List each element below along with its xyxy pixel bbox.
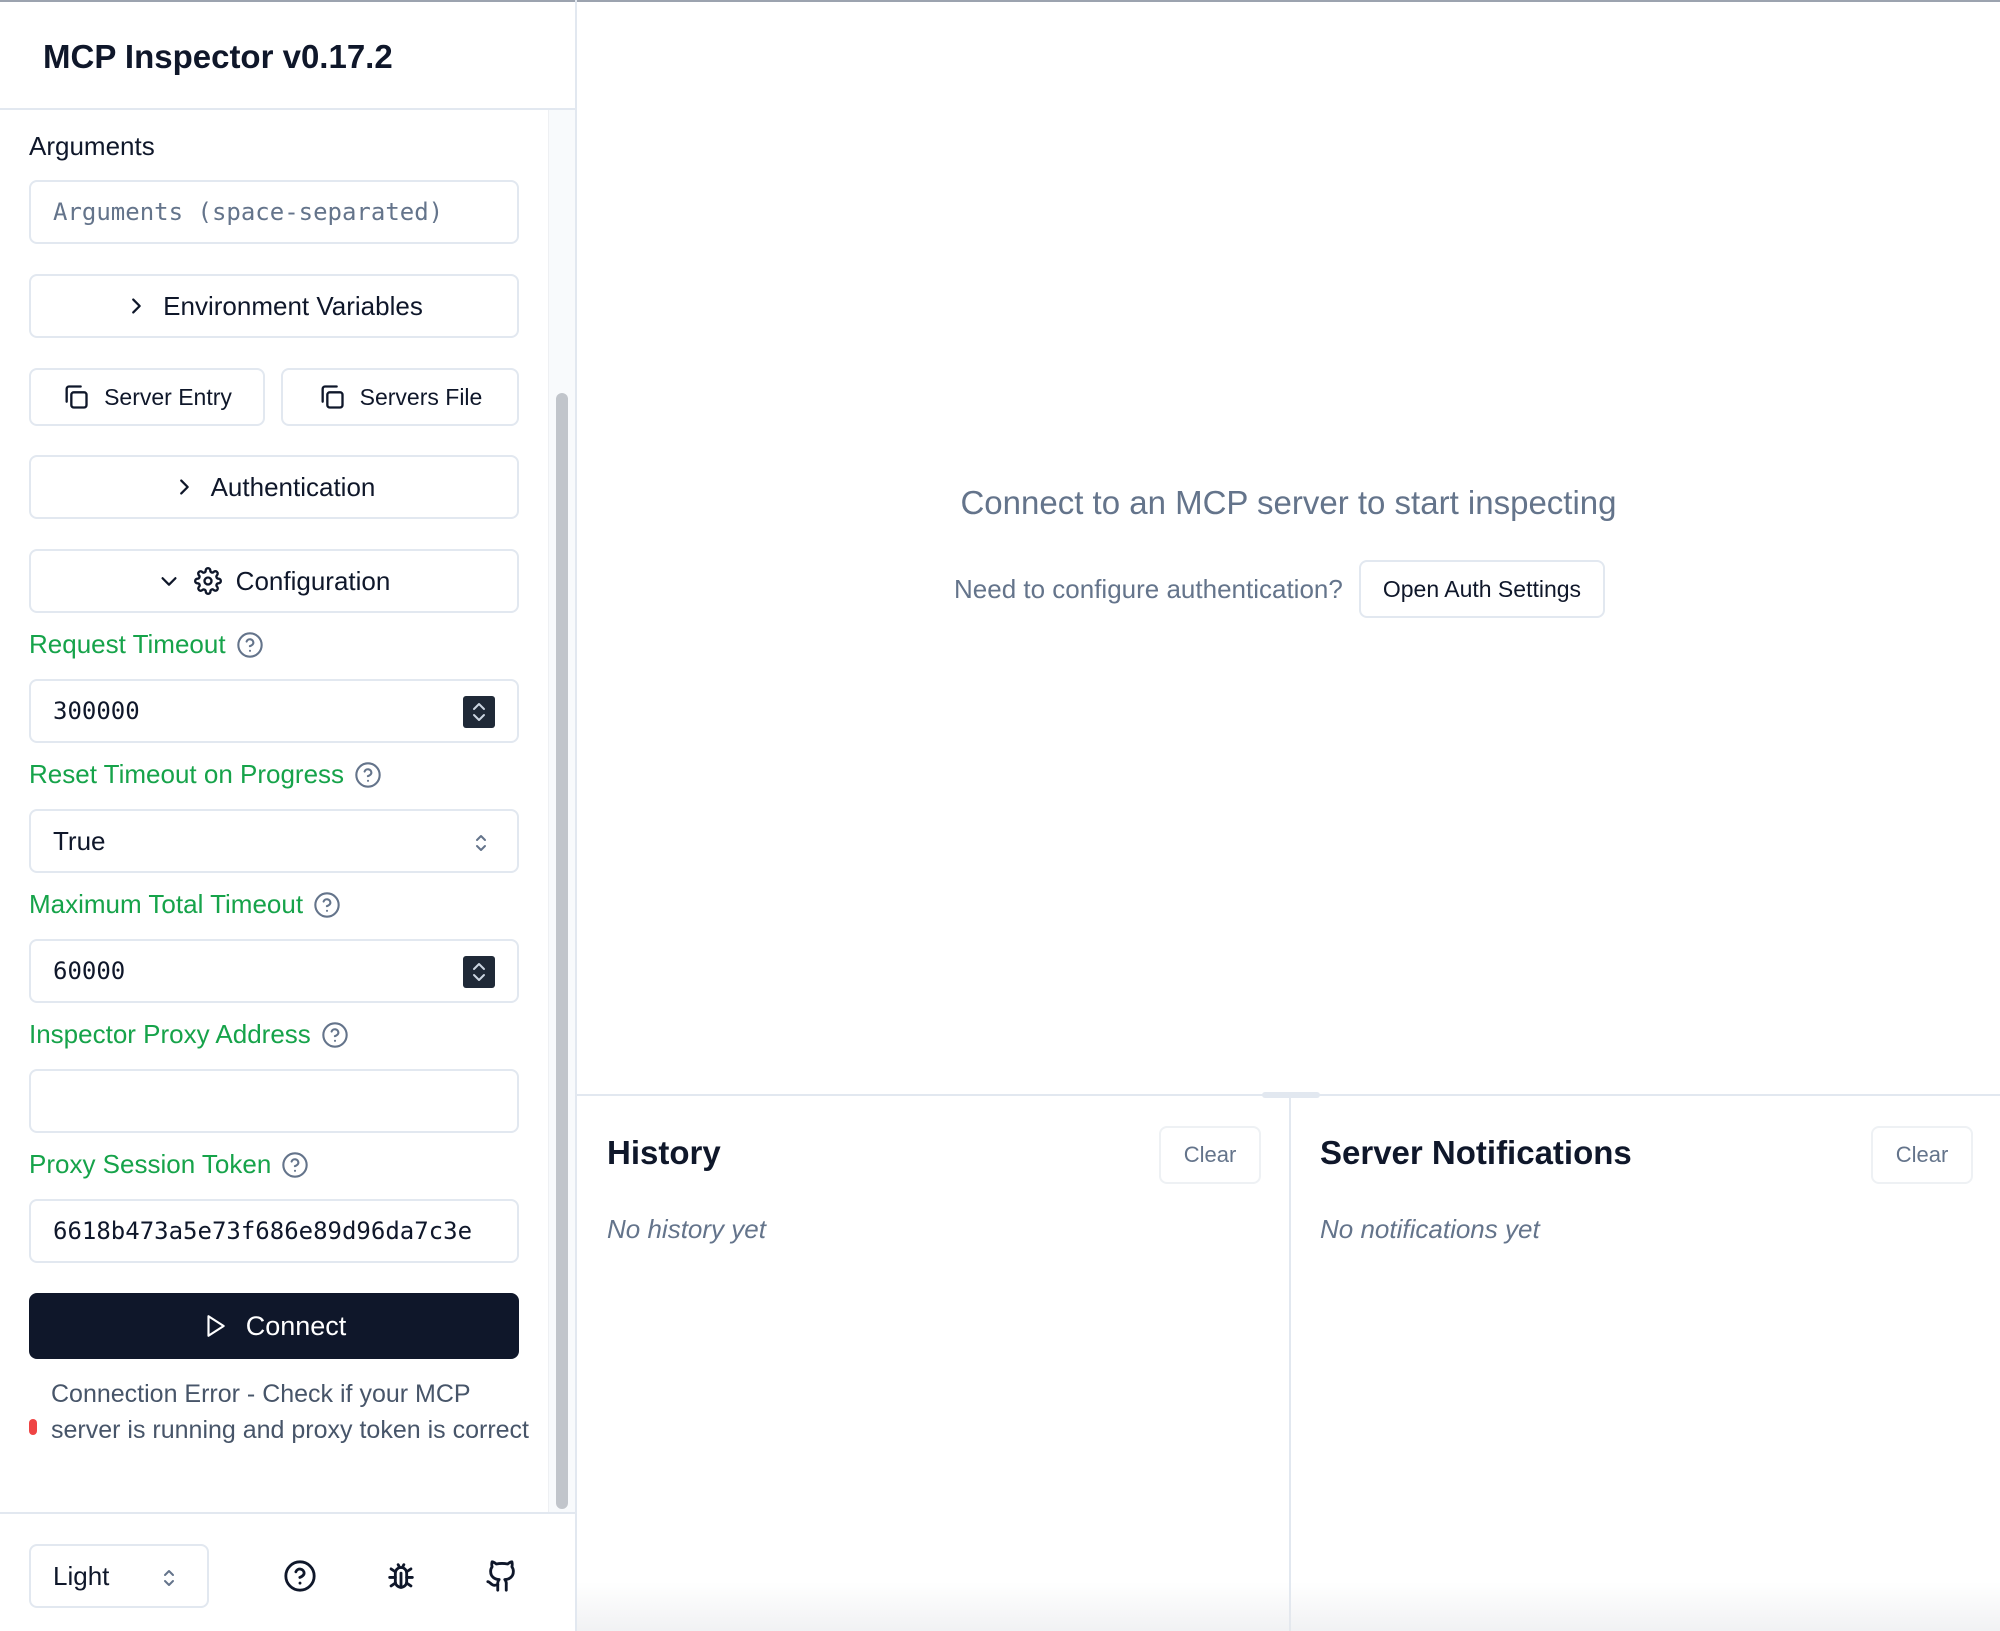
bug-icon[interactable] [384, 1559, 418, 1593]
reset-timeout-text: Reset Timeout on Progress [29, 759, 345, 789]
proxy-address-label: Inspector Proxy Address [29, 1019, 349, 1050]
environment-variables-button[interactable]: Environment Variables [29, 274, 519, 338]
resize-handle[interactable] [1262, 1092, 1320, 1098]
reset-timeout-select[interactable]: True [29, 809, 519, 873]
proxy-address-text: Inspector Proxy Address [29, 1019, 311, 1049]
request-timeout-label: Request Timeout [29, 629, 264, 660]
history-empty-text: No history yet [607, 1214, 766, 1244]
request-timeout-input[interactable]: 300000 [29, 679, 519, 743]
max-total-timeout-label: Maximum Total Timeout [29, 889, 341, 920]
request-timeout-text: Request Timeout [29, 629, 226, 659]
copy-server-entry-button[interactable]: Server Entry [29, 368, 265, 426]
copy-servers-file-button[interactable]: Servers File [281, 368, 519, 426]
auth-hint-text: Need to configure authentication? [954, 573, 1343, 604]
clear-history-button[interactable]: Clear [1159, 1126, 1261, 1184]
arguments-label: Arguments [29, 131, 155, 161]
copy-icon [65, 385, 88, 409]
empty-state-title: Connect to an MCP server to start inspec… [960, 484, 1617, 521]
connection-error-text: Connection Error - Check if your MCP ser… [51, 1380, 529, 1444]
configuration-label: Configuration [235, 565, 391, 596]
up-down-chevron-icon [473, 963, 485, 981]
help-circle-icon[interactable] [313, 891, 341, 919]
help-circle-icon[interactable] [283, 1559, 317, 1593]
up-down-chevron-icon [473, 703, 485, 721]
number-stepper[interactable] [463, 956, 495, 988]
help-circle-icon[interactable] [281, 1151, 309, 1179]
chevron-right-icon [132, 298, 141, 314]
bottom-shadow [577, 1582, 2000, 1631]
max-total-timeout-input[interactable]: 60000 [29, 939, 519, 1003]
environment-variables-label: Environment Variables [163, 290, 423, 321]
app-title: MCP Inspector v0.17.2 [43, 38, 393, 75]
help-circle-icon[interactable] [236, 631, 264, 659]
help-circle-icon[interactable] [321, 1021, 349, 1049]
connect-button[interactable]: Connect [29, 1293, 519, 1359]
gear-icon [193, 567, 222, 595]
reset-timeout-label: Reset Timeout on Progress [29, 759, 382, 790]
proxy-token-input[interactable]: 6618b473a5e73f686e89d96da7c3e [29, 1199, 519, 1263]
proxy-token-label: Proxy Session Token [29, 1149, 309, 1180]
theme-select[interactable]: Light [29, 1544, 209, 1608]
connect-label: Connect [245, 1310, 347, 1341]
proxy-token-text: Proxy Session Token [29, 1149, 272, 1179]
sidebar-header: MCP Inspector v0.17.2 [0, 0, 575, 110]
chevron-down-icon [161, 577, 177, 586]
proxy-address-input[interactable] [29, 1069, 519, 1133]
arguments-input[interactable]: Arguments (space-separated) [29, 180, 519, 244]
theme-value: Light [53, 1560, 110, 1591]
request-timeout-value: 300000 [53, 697, 140, 725]
up-down-chevron-icon [164, 1570, 174, 1586]
servers-file-label: Servers File [359, 383, 483, 410]
authentication-button[interactable]: Authentication [29, 455, 519, 519]
sidebar-footer: Light [0, 1512, 575, 1631]
vertical-divider [1289, 1096, 1291, 1631]
play-icon [207, 1315, 225, 1337]
max-total-timeout-text: Maximum Total Timeout [29, 889, 304, 919]
copy-icon [321, 385, 344, 409]
open-auth-settings-button[interactable]: Open Auth Settings [1358, 560, 1606, 618]
server-notifications-title: Server Notifications [1320, 1134, 1632, 1171]
configuration-button[interactable]: Configuration [29, 549, 519, 613]
error-indicator [29, 1419, 37, 1435]
github-icon[interactable] [485, 1559, 519, 1593]
main-panel: Connect to an MCP server to start inspec… [577, 0, 2000, 1631]
up-down-chevron-icon [476, 835, 486, 851]
reset-timeout-value: True [53, 825, 106, 856]
server-entry-label: Server Entry [104, 383, 232, 410]
sidebar: MCP Inspector v0.17.2 Arguments Argument… [0, 0, 577, 1631]
help-circle-icon[interactable] [354, 761, 382, 789]
notifications-empty-text: No notifications yet [1320, 1214, 1540, 1244]
history-title: History [607, 1134, 721, 1171]
scrollbar-thumb[interactable] [556, 393, 568, 1509]
auth-prompt: Need to configure authentication? Open A… [954, 560, 1606, 618]
authentication-label: Authentication [210, 471, 376, 502]
max-total-timeout-value: 60000 [53, 957, 126, 985]
clear-notifications-button[interactable]: Clear [1871, 1126, 1973, 1184]
chevron-right-icon [179, 479, 189, 495]
number-stepper[interactable] [463, 696, 495, 728]
